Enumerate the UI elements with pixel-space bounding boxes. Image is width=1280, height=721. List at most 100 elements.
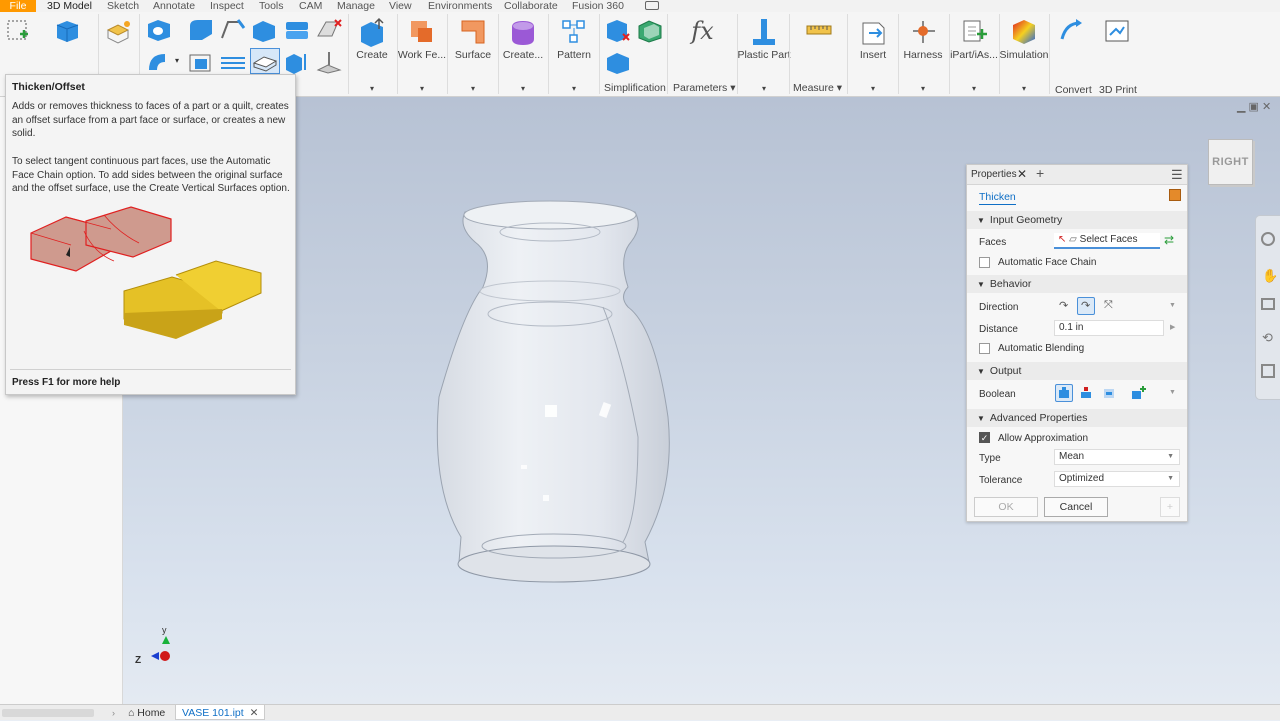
chamfer-icon[interactable] [219,18,246,40]
menu-fusion-360[interactable]: Fusion 360 [572,0,624,12]
new-solid-button[interactable] [1129,384,1147,402]
automatic-blending-checkbox[interactable] [979,343,990,354]
home-tab[interactable]: ⌂ Home [128,705,165,721]
boolean-join-button[interactable] [1055,384,1073,402]
delete-face-icon[interactable] [315,18,342,40]
scroll-right-icon[interactable]: › [112,705,115,721]
direction-one-button[interactable]: ↷ [1055,297,1073,315]
move-face-icon[interactable] [315,50,342,74]
properties-tab[interactable]: Properties [971,169,1017,180]
menu-extra-icon[interactable] [645,1,659,10]
hole-icon[interactable] [145,18,170,41]
menu-inspect[interactable]: Inspect [210,0,244,12]
shrinkwrap-icon[interactable] [636,18,662,43]
chevron-down-icon: ▾ [571,84,576,93]
start-sketch-icon[interactable] [6,18,30,40]
menu-manage[interactable]: Manage [337,0,375,12]
combine-icon[interactable] [187,50,211,72]
collapse-icon: ▼ [977,216,985,225]
automatic-face-chain-checkbox[interactable] [979,257,990,268]
direction-two-button[interactable]: ↷ [1077,297,1095,315]
tolerance-select[interactable]: Optimized ▼ [1054,471,1180,487]
viewport-window-controls[interactable]: ▁ ▣ ✕ [1237,100,1271,113]
menu-icon[interactable]: ☰ [1171,167,1183,183]
feature-name[interactable]: Thicken [979,191,1016,205]
apply-plus-button[interactable]: + [1160,497,1180,517]
menu-sketch[interactable]: Sketch [107,0,139,12]
measure-icon[interactable] [805,20,833,42]
add-tab-icon[interactable]: + [1036,165,1044,181]
type-select[interactable]: Mean ▼ [1054,449,1180,465]
preset-icon[interactable] [1169,189,1181,201]
ribbon-convert-button[interactable]: Convert [1047,14,1097,96]
ribbon-3d-print-button[interactable]: 3D Print [1092,14,1142,96]
cancel-button[interactable]: Cancel [1044,497,1108,517]
menu-3d-model[interactable]: 3D Model [47,0,92,12]
menu-file[interactable]: File [0,0,36,12]
thicken-offset-icon[interactable] [250,48,280,74]
section-behavior[interactable]: ▼ Behavior [967,275,1187,293]
direct-edit-icon[interactable] [283,50,307,74]
view-cube[interactable]: RIGHT [1208,139,1253,185]
boolean-cut-button[interactable] [1077,384,1095,402]
zoom-window-icon[interactable] [1261,298,1275,310]
fillet-icon[interactable] [187,18,212,40]
ribbon-harness-button[interactable]: Harness ▾ [898,14,948,94]
ok-button[interactable]: OK [974,497,1038,517]
ribbon-plastic-part-button[interactable]: Plastic Part ▾ [737,14,791,94]
section-output[interactable]: ▼ Output [967,362,1187,380]
revolve-icon[interactable]: ▾ [145,50,179,72]
ribbon-create-button[interactable]: Create ▾ [347,14,397,94]
menu-tools[interactable]: Tools [259,0,284,12]
look-at-icon[interactable] [1261,364,1275,378]
ribbon-insert-button[interactable]: Insert ▾ [848,14,898,94]
steering-wheel-icon[interactable] [1261,232,1275,246]
section-advanced-properties[interactable]: ▼ Advanced Properties [967,409,1187,427]
chevron-right-icon[interactable]: ▶ [1170,323,1175,331]
ribbon-work-features-button[interactable]: Work Fe... ▾ [397,14,447,94]
derive-icon[interactable] [104,18,130,44]
ribbon-freeform-button[interactable]: Create... ▾ [498,14,548,94]
distance-input[interactable]: 0.1 in [1054,320,1164,336]
ribbon-simulation-label: Simulation [999,49,1049,61]
primitive-box-icon[interactable] [54,18,79,42]
vase-model[interactable] [423,197,683,597]
pattern-icon [562,20,585,43]
shell-icon[interactable] [250,18,275,42]
group-parameters-label[interactable]: Parameters ▾ [673,82,735,94]
chevron-down-icon[interactable]: ▼ [1169,389,1176,396]
menu-cam[interactable]: CAM [299,0,322,12]
simplify-icon[interactable] [604,18,630,42]
remove-details-icon[interactable] [604,50,629,74]
ribbon-ipart-button[interactable]: iPart/iAs... ▾ [949,14,999,94]
direction-symmetric-button[interactable]: ⤧ [1100,297,1118,315]
fx-icon: fx [691,17,714,45]
pan-icon[interactable]: ✋ [1262,268,1278,284]
chevron-down-icon: ▾ [971,84,976,93]
horizontal-scrollbar[interactable] [2,709,94,717]
orbit-icon[interactable]: ⟲ [1262,330,1273,346]
allow-approximation-checkbox[interactable]: ✓ [979,432,990,443]
draft-icon[interactable] [283,18,308,40]
navigation-bar[interactable]: ✋ ⟲ [1255,215,1280,400]
ribbon-surface-button[interactable]: Surface ▾ [448,14,498,94]
faces-selector[interactable]: ↖ ▱ Select Faces [1054,233,1160,249]
ribbon-plastic-part-label: Plastic Part [737,49,791,61]
properties-header: Properties ✕ + ☰ [967,165,1187,185]
close-icon[interactable]: ✕ [250,707,259,719]
boolean-intersect-button[interactable] [1100,384,1118,402]
menu-view[interactable]: View [389,0,412,12]
close-icon[interactable]: ✕ [1017,167,1027,181]
document-tab-vase[interactable]: VASE 101.ipt ✕ [175,705,266,720]
menu-collaborate[interactable]: Collaborate [504,0,558,12]
menu-environments[interactable]: Environments [428,0,492,12]
section-input-geometry[interactable]: ▼ Input Geometry [967,211,1187,229]
ribbon-pattern-button[interactable]: Pattern ▾ [549,14,599,94]
ribbon-simulation-button[interactable]: Simulation ▾ [999,14,1049,94]
face-chain-toggle-icon[interactable]: ⇄ [1164,233,1174,247]
tolerance-label: Tolerance [979,475,1023,486]
chevron-down-icon[interactable]: ▼ [1169,302,1176,309]
menu-annotate[interactable]: Annotate [153,0,195,12]
split-icon[interactable] [219,50,245,72]
group-measure-label[interactable]: Measure ▾ [793,82,842,94]
